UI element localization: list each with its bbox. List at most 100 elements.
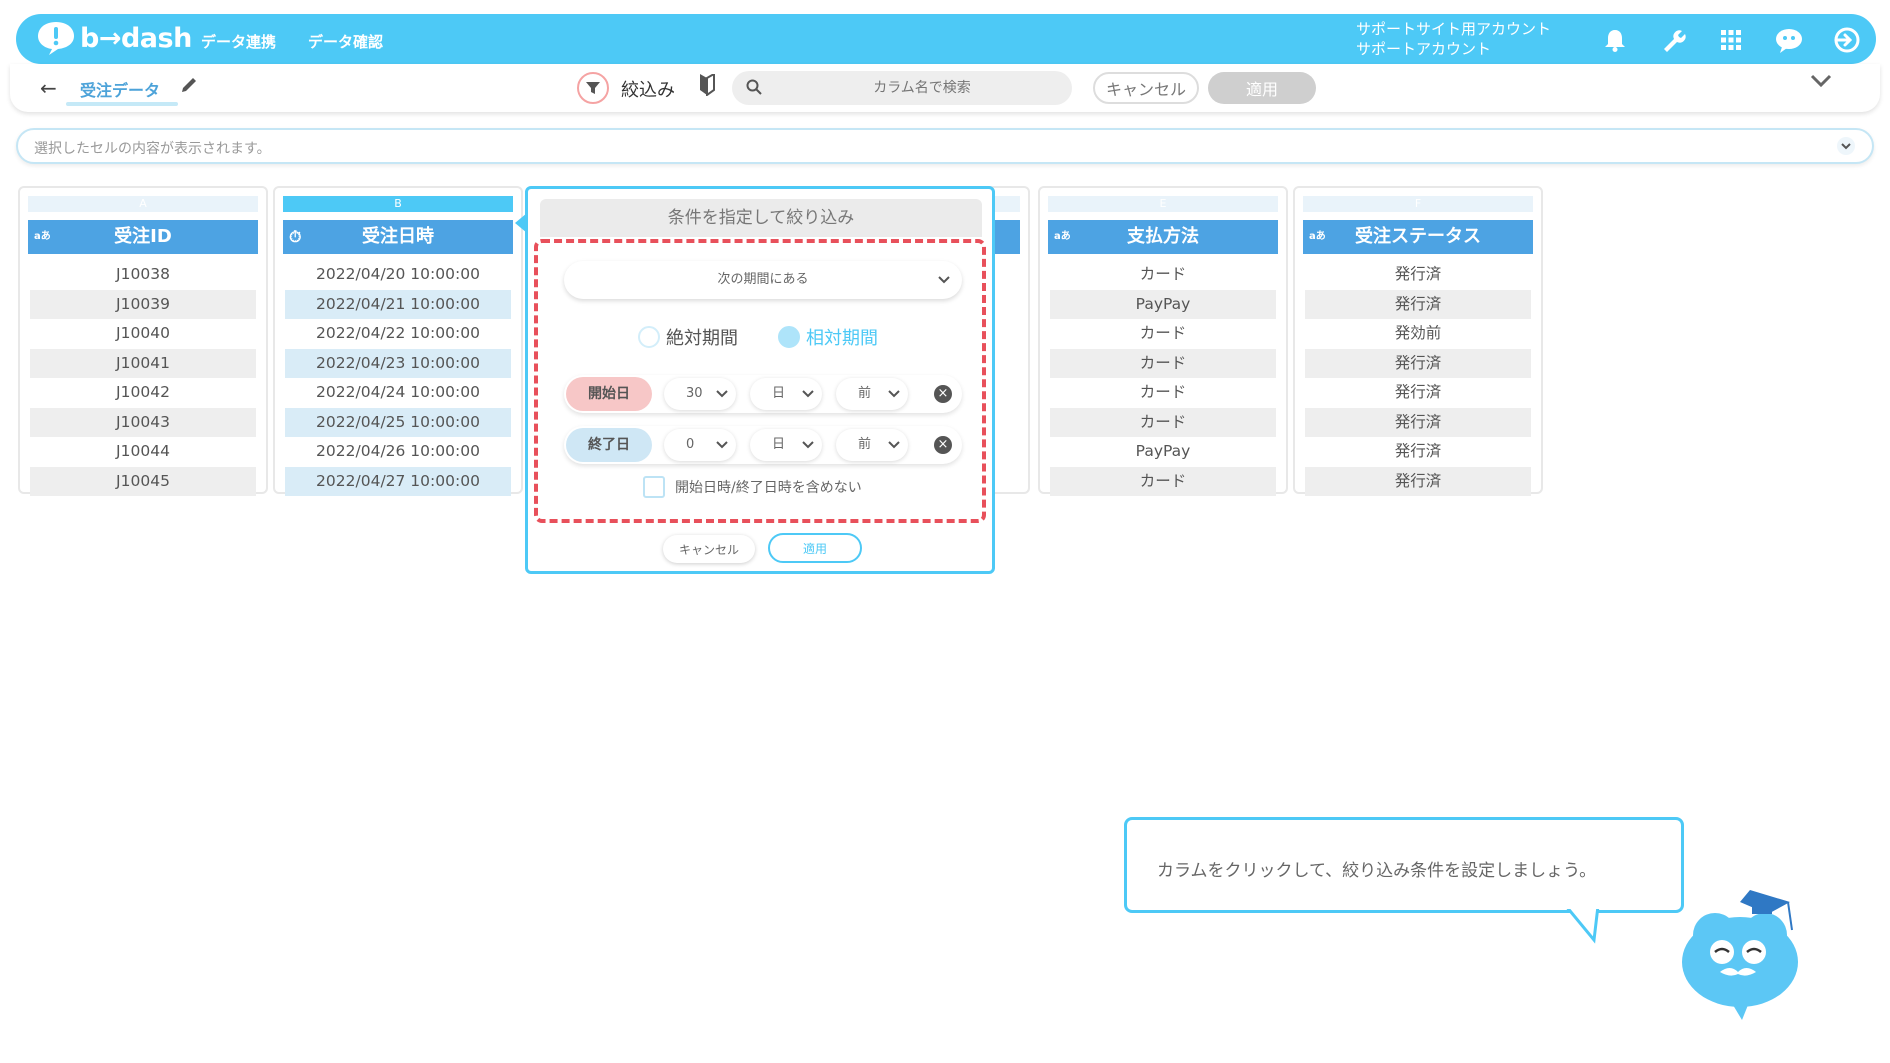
cell[interactable]: カード — [1050, 319, 1276, 349]
logout-icon[interactable] — [1818, 24, 1876, 56]
end-unit-select[interactable]: 日 — [750, 429, 822, 461]
back-arrow-icon[interactable]: ← — [40, 76, 57, 100]
cell-content-placeholder: 選択したセルの内容が表示されます。 — [34, 141, 271, 157]
tutorial-message: カラムをクリックして、絞り込み条件を設定しましょう。 — [1157, 861, 1597, 881]
search-input[interactable] — [782, 71, 1062, 105]
chevron-down-icon[interactable] — [1836, 136, 1856, 156]
popup-cancel-button[interactable]: キャンセル — [663, 535, 755, 563]
cell[interactable]: PayPay — [1050, 289, 1276, 319]
column-values: 発行済 発行済 発効前 発行済 発行済 発行済 発行済 発行済 — [1305, 260, 1531, 496]
chat-bot-icon[interactable] — [1760, 24, 1818, 56]
text-type-icon: aあ — [34, 231, 51, 242]
cell[interactable]: J10043 — [30, 407, 256, 437]
clear-icon[interactable]: × — [934, 385, 952, 403]
column-header[interactable]: aあ 受注ID — [28, 220, 258, 254]
end-amount-select[interactable]: 0 — [664, 429, 736, 461]
nav-data-check[interactable]: データ確認 — [308, 31, 383, 52]
cell[interactable]: 発行済 — [1305, 437, 1531, 467]
select-value: 日 — [772, 386, 786, 401]
apply-button[interactable]: 適用 — [1208, 72, 1316, 104]
start-unit-select[interactable]: 日 — [750, 378, 822, 410]
filter-label[interactable]: 絞込み — [621, 76, 675, 102]
cell[interactable]: J10045 — [30, 466, 256, 496]
chevron-down-icon[interactable] — [1810, 74, 1832, 88]
cell[interactable]: 2022/04/23 10:00:00 — [285, 348, 511, 378]
cell[interactable]: J10040 — [30, 319, 256, 349]
cell[interactable]: 2022/04/24 10:00:00 — [285, 378, 511, 408]
column-header[interactable]: aあ 受注ステータス — [1303, 220, 1533, 254]
text-type-icon: aあ — [1054, 231, 1071, 242]
cell[interactable]: 2022/04/21 10:00:00 — [285, 289, 511, 319]
wrench-icon[interactable] — [1644, 24, 1702, 56]
cell[interactable]: 2022/04/25 10:00:00 — [285, 407, 511, 437]
column-name: 支払方法 — [1127, 226, 1199, 247]
start-amount-select[interactable]: 30 — [664, 378, 736, 410]
cell[interactable]: 発行済 — [1305, 260, 1531, 290]
logo-bubble-icon — [38, 22, 74, 55]
clock-type-icon: ⏱ — [289, 227, 302, 246]
page-title[interactable]: 受注データ — [80, 77, 160, 101]
beginner-mark-icon[interactable] — [698, 74, 716, 96]
cell[interactable]: 発行済 — [1305, 378, 1531, 408]
column-values: カード PayPay カード カード カード カード PayPay カード — [1050, 260, 1276, 496]
cell-content-bar[interactable]: 選択したセルの内容が表示されます。 — [16, 128, 1874, 164]
cell[interactable]: カード — [1050, 466, 1276, 496]
cell[interactable]: 発行済 — [1305, 348, 1531, 378]
bell-icon[interactable] — [1586, 24, 1644, 56]
checkbox-box — [643, 476, 665, 498]
radio-label: 絶対期間 — [666, 328, 738, 349]
column-card[interactable]: E aあ 支払方法 カード PayPay カード カード カード カード Pay… — [1038, 186, 1288, 496]
toolbar: ← 受注データ 絞込み キャンセル 適用 — [10, 64, 1880, 112]
search-icon — [746, 79, 762, 95]
funnel-icon — [586, 82, 600, 94]
cell[interactable]: PayPay — [1050, 437, 1276, 467]
chevron-down-icon — [802, 390, 814, 398]
select-value: 日 — [772, 437, 786, 452]
cell[interactable]: J10041 — [30, 348, 256, 378]
period-type-radios: 絶対期間 相対期間 — [638, 324, 878, 350]
cell[interactable]: カード — [1050, 260, 1276, 290]
cell[interactable]: 発行済 — [1305, 466, 1531, 496]
cell[interactable]: J10038 — [30, 260, 256, 290]
cell[interactable]: カード — [1050, 378, 1276, 408]
clear-icon[interactable]: × — [934, 436, 952, 454]
condition-select[interactable]: 次の期間にある — [564, 261, 962, 299]
cell[interactable]: カード — [1050, 407, 1276, 437]
cell[interactable]: 2022/04/20 10:00:00 — [285, 260, 511, 290]
cell[interactable]: 2022/04/26 10:00:00 — [285, 437, 511, 467]
cell[interactable]: J10044 — [30, 437, 256, 467]
account-info[interactable]: サポートサイト用アカウント サポートアカウント — [1356, 19, 1551, 59]
cell[interactable]: 2022/04/22 10:00:00 — [285, 319, 511, 349]
radio-absolute-period[interactable]: 絶対期間 — [638, 324, 738, 350]
filter-button[interactable] — [577, 72, 609, 104]
cell[interactable]: 発効前 — [1305, 319, 1531, 349]
chevron-down-icon — [888, 390, 900, 398]
cell[interactable]: J10039 — [30, 289, 256, 319]
column-card[interactable]: F aあ 受注ステータス 発行済 発行済 発効前 発行済 発行済 発行済 発行済… — [1293, 186, 1543, 496]
account-user-name: サポートアカウント — [1356, 40, 1492, 58]
cell[interactable]: 発行済 — [1305, 289, 1531, 319]
title-underline — [66, 102, 178, 106]
bdash-logo[interactable]: b→dash — [36, 20, 192, 56]
nav-data-integration[interactable]: データ連携 — [201, 31, 276, 52]
checkbox-label: 開始日時/終了日時を含めない — [675, 480, 862, 496]
pencil-icon[interactable] — [180, 76, 198, 94]
exclude-boundaries-checkbox[interactable]: 開始日時/終了日時を含めない — [643, 476, 862, 498]
cancel-button[interactable]: キャンセル — [1093, 72, 1199, 104]
radio-relative-period[interactable]: 相対期間 — [778, 324, 878, 350]
column-header[interactable]: aあ 支払方法 — [1048, 220, 1278, 254]
select-value: 0 — [686, 437, 695, 452]
cell[interactable]: 2022/04/27 10:00:00 — [285, 466, 511, 496]
end-direction-select[interactable]: 前 — [836, 429, 908, 461]
cell[interactable]: J10042 — [30, 378, 256, 408]
cell[interactable]: カード — [1050, 348, 1276, 378]
apps-grid-icon[interactable] — [1702, 24, 1760, 56]
column-letter: A — [28, 196, 258, 212]
column-header[interactable]: ⏱ 受注日時 — [283, 220, 513, 254]
start-direction-select[interactable]: 前 — [836, 378, 908, 410]
column-card[interactable]: B ⏱ 受注日時 2022/04/20 10:00:00 2022/04/21 … — [273, 186, 523, 496]
column-card[interactable]: A aあ 受注ID J10038 J10039 J10040 J10041 J1… — [18, 186, 268, 496]
cell[interactable]: 発行済 — [1305, 407, 1531, 437]
popup-apply-button[interactable]: 適用 — [768, 533, 862, 563]
popup-pointer — [515, 213, 527, 233]
